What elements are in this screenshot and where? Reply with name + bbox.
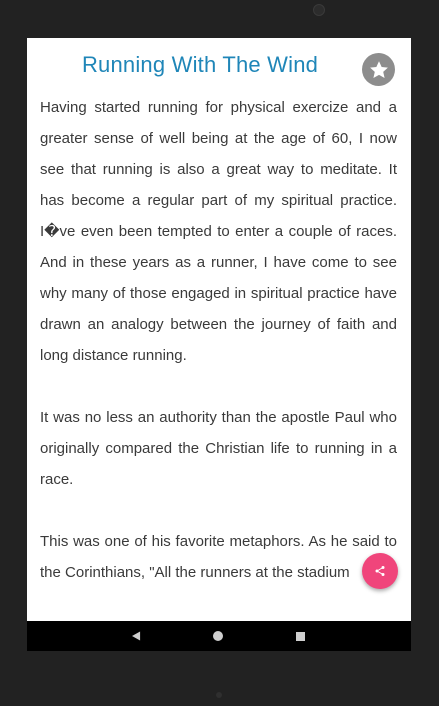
system-navigation-bar (27, 621, 411, 651)
article-paragraph: This was one of his favorite metaphors. … (40, 533, 397, 581)
nav-home-button[interactable] (210, 628, 226, 644)
share-button[interactable] (362, 553, 398, 589)
nav-recents-button[interactable] (292, 628, 308, 644)
back-triangle-icon (131, 631, 140, 641)
article-body: Having started running for physical exer… (40, 92, 397, 619)
star-icon (369, 60, 388, 78)
home-circle-icon (213, 631, 223, 641)
share-icon (375, 566, 385, 576)
article-title: Running With The Wind (81, 52, 319, 77)
nav-back-button[interactable] (128, 628, 144, 644)
article-paragraph: It was no less an authority than the apo… (40, 409, 397, 488)
front-camera (313, 4, 325, 16)
article-paragraph: Having started running for physical exer… (40, 99, 397, 364)
app-screen: Running With The Wind Having started run… (27, 38, 411, 651)
recents-square-icon (295, 631, 305, 641)
device-sensor-dot (216, 692, 222, 698)
favorite-button[interactable] (362, 53, 395, 86)
